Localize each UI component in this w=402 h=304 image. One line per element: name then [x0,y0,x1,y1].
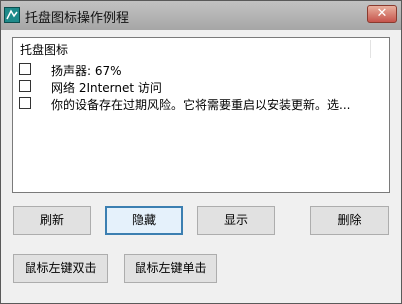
app-icon [4,7,20,23]
list-item-label: 网络 2Internet 访问 [51,81,162,95]
show-button[interactable]: 显示 [197,206,275,235]
hide-button[interactable]: 隐藏 [105,206,183,235]
tray-icon-list[interactable]: 托盘图标 扬声器: 67% 网络 2Internet 访问 你的设备存在过期风险… [12,37,390,193]
main-window: 托盘图标操作例程 ✕ 托盘图标 扬声器: 67% 网络 2Internet 访问… [0,0,402,304]
client-area: 托盘图标 扬声器: 67% 网络 2Internet 访问 你的设备存在过期风险… [1,30,401,303]
column-divider[interactable] [370,40,371,58]
checkbox[interactable] [19,63,31,75]
close-button[interactable]: ✕ [367,5,397,23]
checkbox[interactable] [19,80,31,92]
refresh-button[interactable]: 刷新 [13,206,91,235]
title-bar[interactable]: 托盘图标操作例程 ✕ [1,1,401,30]
list-item-label: 你的设备存在过期风险。它将需要重启以安装更新。选... [51,98,351,112]
delete-button[interactable]: 删除 [310,206,389,235]
checkbox[interactable] [19,97,31,109]
list-header: 托盘图标 [20,43,69,57]
list-item-label: 扬声器: 67% [51,64,122,78]
left-double-click-button[interactable]: 鼠标左键双击 [13,254,108,283]
left-single-click-button[interactable]: 鼠标左键单击 [124,254,217,283]
window-title: 托盘图标操作例程 [25,11,130,26]
